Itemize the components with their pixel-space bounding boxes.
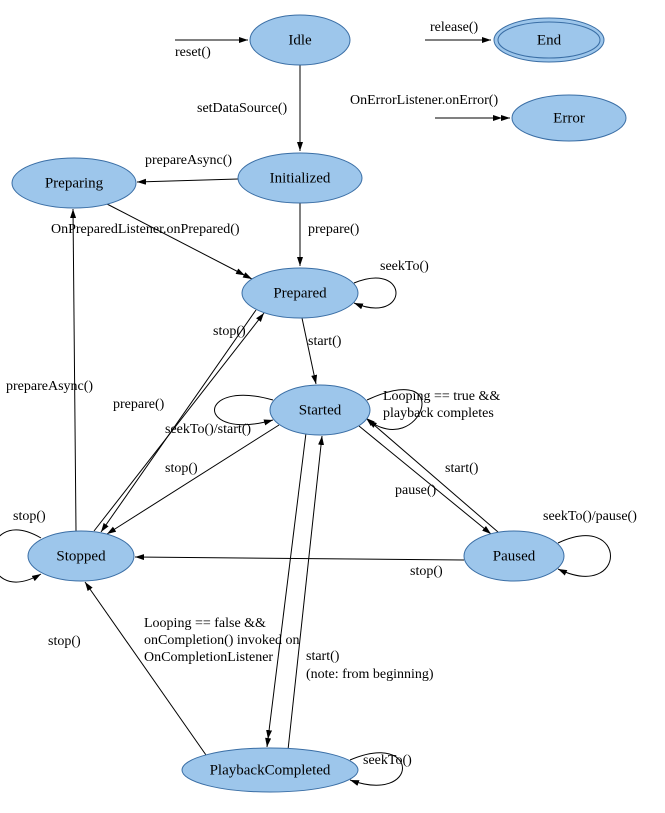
edge-label-17: prepare() <box>113 397 165 412</box>
edge-label-3: setDataSource() <box>197 101 288 116</box>
state-started: Started <box>270 385 370 435</box>
edge-label-6: OnPreparedListener.onPrepared() <box>51 222 240 237</box>
edge-label-0: reset() <box>175 45 211 60</box>
edge-label-7: seekTo() <box>380 259 429 274</box>
edge-playbackcompleted-start <box>288 436 322 750</box>
edge-label-4: prepareAsync() <box>145 153 232 168</box>
edge-prepared-seekto <box>354 278 396 308</box>
state-initialized: Initialized <box>238 153 362 203</box>
edge-label-5: prepare() <box>308 222 360 237</box>
edge-label-14: start() <box>445 461 479 476</box>
state-error: Error <box>512 95 626 141</box>
edge-label-20: stop() <box>410 564 443 579</box>
edge-paused-seekto <box>558 536 611 577</box>
state-paused: Paused <box>464 531 564 581</box>
edge-started-seekto <box>215 395 274 424</box>
edge-label-23: OnCompletionListener <box>144 650 273 665</box>
state-label-prepared: Prepared <box>273 285 327 301</box>
state-prepared: Prepared <box>242 268 358 318</box>
edge-label-15: pause() <box>395 483 437 498</box>
edge-started-playbackcompleted <box>267 433 306 747</box>
edge-label-1: release() <box>430 20 479 35</box>
edge-label-24: start() <box>306 649 340 664</box>
edge-started-stop <box>107 425 279 534</box>
state-end: End <box>494 18 604 62</box>
state-idle: Idle <box>250 15 350 65</box>
edge-label-21: Looping == false && <box>144 616 266 631</box>
state-preparing: Preparing <box>12 158 136 208</box>
edge-label-8: start() <box>308 334 342 349</box>
state-label-stopped: Stopped <box>56 548 106 564</box>
edge-label-12: seekTo()/start() <box>165 422 251 437</box>
edge-label-27: seekTo() <box>363 753 412 768</box>
edge-stopped-prepareasync <box>73 209 76 531</box>
edge-label-10: Looping == true && <box>383 389 500 404</box>
edge-label-9: stop() <box>213 324 246 339</box>
state-label-paused: Paused <box>493 548 536 564</box>
state-label-idle: Idle <box>288 32 312 48</box>
edge-onprepared <box>107 204 252 279</box>
edge-label-26: stop() <box>48 634 81 649</box>
state-label-end: End <box>537 32 562 48</box>
edge-init-prepareasync <box>137 179 238 182</box>
edge-label-19: stop() <box>13 509 46 524</box>
edge-playbackcompleted-stop <box>85 582 206 755</box>
state-label-preparing: Preparing <box>45 175 104 191</box>
edge-label-13: stop() <box>165 461 198 476</box>
state-label-playbackcompleted: PlaybackCompleted <box>210 762 331 778</box>
edge-paused-stop <box>135 557 464 560</box>
edge-label-18: prepareAsync() <box>6 379 93 394</box>
state-label-error: Error <box>553 110 585 126</box>
edge-label-16: seekTo()/pause() <box>543 509 637 524</box>
edge-label-25: (note: from beginning) <box>306 667 434 682</box>
edge-started-pause <box>359 426 491 534</box>
state-stopped: Stopped <box>28 531 134 581</box>
state-label-started: Started <box>299 402 342 418</box>
edge-prepared-start <box>302 318 316 384</box>
edge-prepared-stop <box>101 310 256 532</box>
edge-label-22: onCompletion() invoked on <box>144 633 300 648</box>
edge-label-2: OnErrorListener.onError() <box>350 93 498 108</box>
edge-label-11: playback completes <box>383 406 494 421</box>
state-label-initialized: Initialized <box>270 170 331 186</box>
state-playbackcompleted: PlaybackCompleted <box>182 748 358 792</box>
